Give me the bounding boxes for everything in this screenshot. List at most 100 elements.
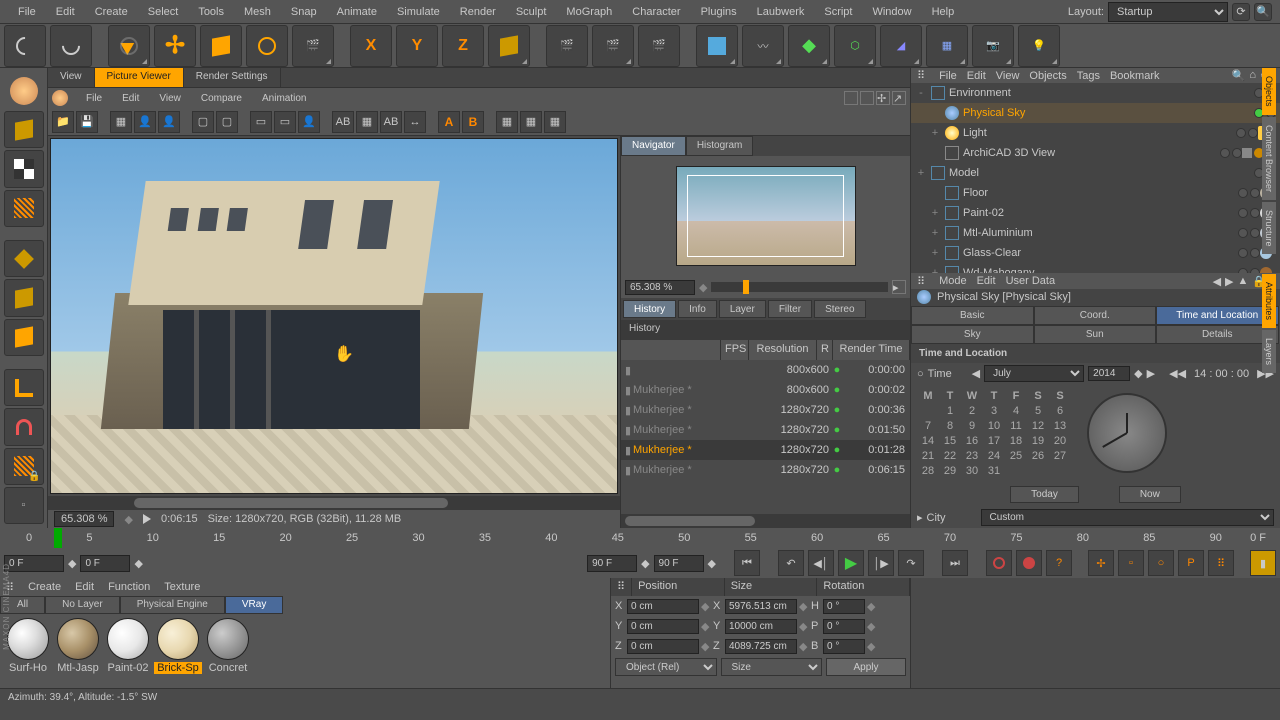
month-select[interactable]: July [984,365,1084,382]
pv-menu-edit[interactable]: Edit [112,90,149,107]
mat-tab-nolayer[interactable]: No Layer [45,596,120,614]
size-X[interactable] [725,599,797,614]
attr-menu-edit[interactable]: Edit [977,275,996,287]
step-back-icon[interactable]: ◀│ [808,550,834,576]
pv-ico-1[interactable]: ▦ [110,111,132,133]
history-row[interactable]: ▮Mukherjee *800x600●0:00:02 [621,380,910,400]
obj-menu-edit[interactable]: Edit [967,70,986,82]
tree-item[interactable]: +Mtl-Aluminium [911,223,1280,243]
tree-item[interactable]: +Model [911,163,1280,183]
timeline-ruler[interactable]: 051015202530354045505560657075808590 0 F [0,528,1280,548]
menu-character[interactable]: Character [622,2,690,22]
attr-tab-timeloc[interactable]: Time and Location [1156,306,1279,325]
menu-render[interactable]: Render [450,2,506,22]
range-start[interactable] [80,555,130,572]
mat-menu-create[interactable]: Create [28,581,61,593]
rotate-tool[interactable] [246,25,288,67]
layout-reset-icon[interactable]: ⟳ [1232,3,1250,21]
tab-picture-viewer[interactable]: Picture Viewer [95,68,184,87]
point-mode[interactable] [4,240,44,277]
nav-zoom-fit[interactable]: ▸ [892,280,906,294]
pv-menu-view[interactable]: View [149,90,191,107]
obj-menu-tags[interactable]: Tags [1077,70,1100,82]
pv-ico-15[interactable]: ▦ [544,111,566,133]
menu-sculpt[interactable]: Sculpt [506,2,557,22]
menu-edit[interactable]: Edit [46,2,85,22]
size-Z[interactable] [725,639,797,654]
menu-create[interactable]: Create [85,2,138,22]
pv-ico-5[interactable]: ▢ [216,111,238,133]
search-icon[interactable]: 🔍 [1254,3,1272,21]
dock-tab-objects[interactable]: Objects [1262,68,1276,115]
render-viewport[interactable]: ✋ [50,138,618,494]
viewport-solo[interactable]: ▫ [4,487,44,524]
tree-item[interactable]: +Glass-Clear [911,243,1280,263]
tab-filter[interactable]: Filter [768,300,812,318]
snap-toggle[interactable] [4,408,44,445]
pv-ico-13[interactable]: ▦ [496,111,518,133]
render-settings[interactable]: 🎬 [638,25,680,67]
history-row[interactable]: ▮Mukherjee *1280x720●0:06:15 [621,460,910,480]
pv-ico-9[interactable]: AB [332,111,354,133]
rot-P[interactable] [823,619,865,634]
add-cube[interactable] [696,25,738,67]
pv-marker-b[interactable]: B [462,111,484,133]
history-row[interactable]: ▮Mukherjee *1280x720●0:01:28 [621,440,910,460]
add-spline[interactable]: 〰 [742,25,784,67]
pv-ico-3[interactable]: 👤 [158,111,180,133]
attr-handle-icon[interactable]: ⠿ [917,275,925,288]
pv-ico-6[interactable]: ▭ [250,111,272,133]
menu-simulate[interactable]: Simulate [387,2,450,22]
pv-zoom[interactable]: 65.308 % [54,511,114,527]
keyframe-sel-icon[interactable]: ? [1046,550,1072,576]
workplane-lock[interactable]: 🔒 [4,448,44,485]
select-tool[interactable] [108,25,150,67]
objects-home-icon[interactable]: ⌂ [1249,69,1256,82]
move-tool[interactable]: ✢ [154,25,196,67]
menu-snap[interactable]: Snap [281,2,327,22]
key-pos-icon[interactable]: ✢ [1088,550,1114,576]
history-hscroll[interactable] [621,514,910,528]
material-item[interactable]: Brick-Sp [154,618,202,684]
obj-menu-file[interactable]: File [939,70,957,82]
anim-dot-icon[interactable]: ○ [917,368,924,380]
frame-current[interactable] [4,555,64,572]
navigator-view[interactable] [621,156,910,276]
pv-layout-2[interactable] [860,91,874,105]
autokey-icon[interactable] [1016,550,1042,576]
pv-ico-4[interactable]: ▢ [192,111,214,133]
city-select[interactable]: Custom [981,509,1274,526]
record-icon[interactable] [986,550,1012,576]
obj-menu-objects[interactable]: Objects [1029,70,1066,82]
tab-view[interactable]: View [48,68,95,87]
pv-fullsize-icon[interactable]: ✢ [876,91,890,105]
tab-histogram[interactable]: Histogram [686,136,754,156]
step-back-key-icon[interactable]: ↶ [778,550,804,576]
clock-prev-icon[interactable]: ◀◀ [1169,367,1186,380]
menu-help[interactable]: Help [922,2,965,22]
now-button[interactable]: Now [1119,486,1181,503]
add-nurbs[interactable]: ◆ [788,25,830,67]
tab-render-settings[interactable]: Render Settings [184,68,281,87]
pos-Y[interactable] [627,619,699,634]
coord-handle-icon[interactable]: ⠿ [611,578,632,596]
mat-menu-edit[interactable]: Edit [75,581,94,593]
dock-tab-layers[interactable]: Layers [1262,330,1276,373]
menu-laubwerk[interactable]: Laubwerk [747,2,815,22]
mat-menu-function[interactable]: Function [108,581,150,593]
attr-up-icon[interactable]: ▲ [1238,275,1249,288]
redo-button[interactable] [50,25,92,67]
rot-B[interactable] [823,639,865,654]
animation-layout-icon[interactable]: ▮ [1250,550,1276,576]
attr-tab-details[interactable]: Details [1156,325,1279,344]
tab-info[interactable]: Info [678,300,717,318]
obj-menu-view[interactable]: View [996,70,1020,82]
edge-mode[interactable] [4,279,44,316]
tree-item[interactable]: +Paint-02 [911,203,1280,223]
obj-menu-bookmark[interactable]: Bookmark [1110,70,1160,82]
poly-mode[interactable] [4,319,44,356]
add-environment[interactable]: ▦ [926,25,968,67]
tree-item[interactable]: ArchiCAD 3D View [911,143,1280,163]
calendar[interactable]: MTWTFSS123456789101112131415161718192021… [917,388,1071,478]
year-spin[interactable]: ◆ [1134,367,1142,380]
